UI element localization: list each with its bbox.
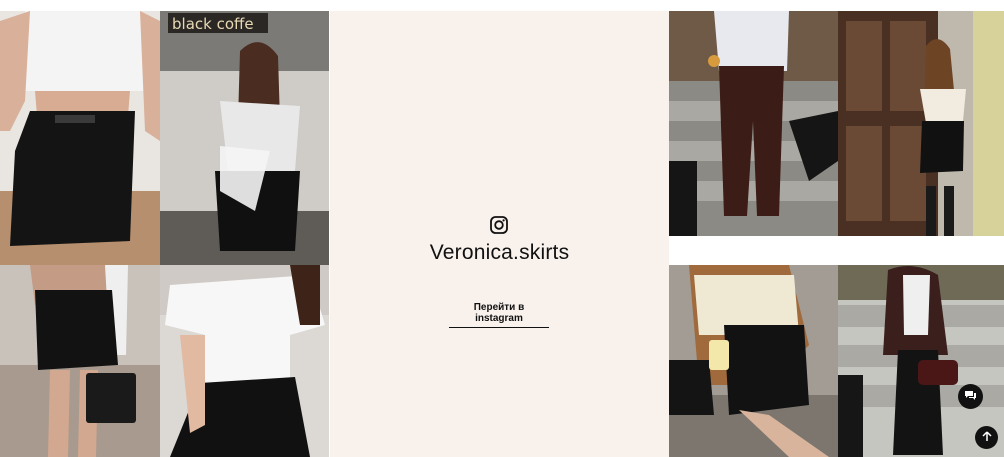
photo-brown-trousers-stairs[interactable] (669, 11, 838, 236)
chat-icon (964, 388, 977, 406)
arrow-up-icon (981, 429, 992, 447)
go-to-instagram-link[interactable]: Перейти в instagram (449, 302, 549, 328)
chat-button[interactable] (958, 384, 983, 409)
profile-name: Veronica.skirts (429, 241, 570, 264)
cafe-sign-text: black coffe (172, 15, 254, 33)
photo-black-skirt-handbag[interactable] (0, 265, 160, 457)
photo-gap (669, 236, 1004, 265)
scroll-to-top-button[interactable] (975, 426, 998, 449)
photo-white-top-black-skirt[interactable] (0, 11, 160, 265)
instagram-icon[interactable] (489, 215, 509, 235)
photo-white-tee-ruffle-skirt[interactable] (160, 265, 329, 457)
photo-mini-skirt-coffee[interactable] (669, 265, 838, 457)
photo-black-coffee-cafe[interactable]: black coffe (160, 11, 329, 265)
photo-wooden-door-mini-skirt[interactable] (838, 11, 1004, 236)
